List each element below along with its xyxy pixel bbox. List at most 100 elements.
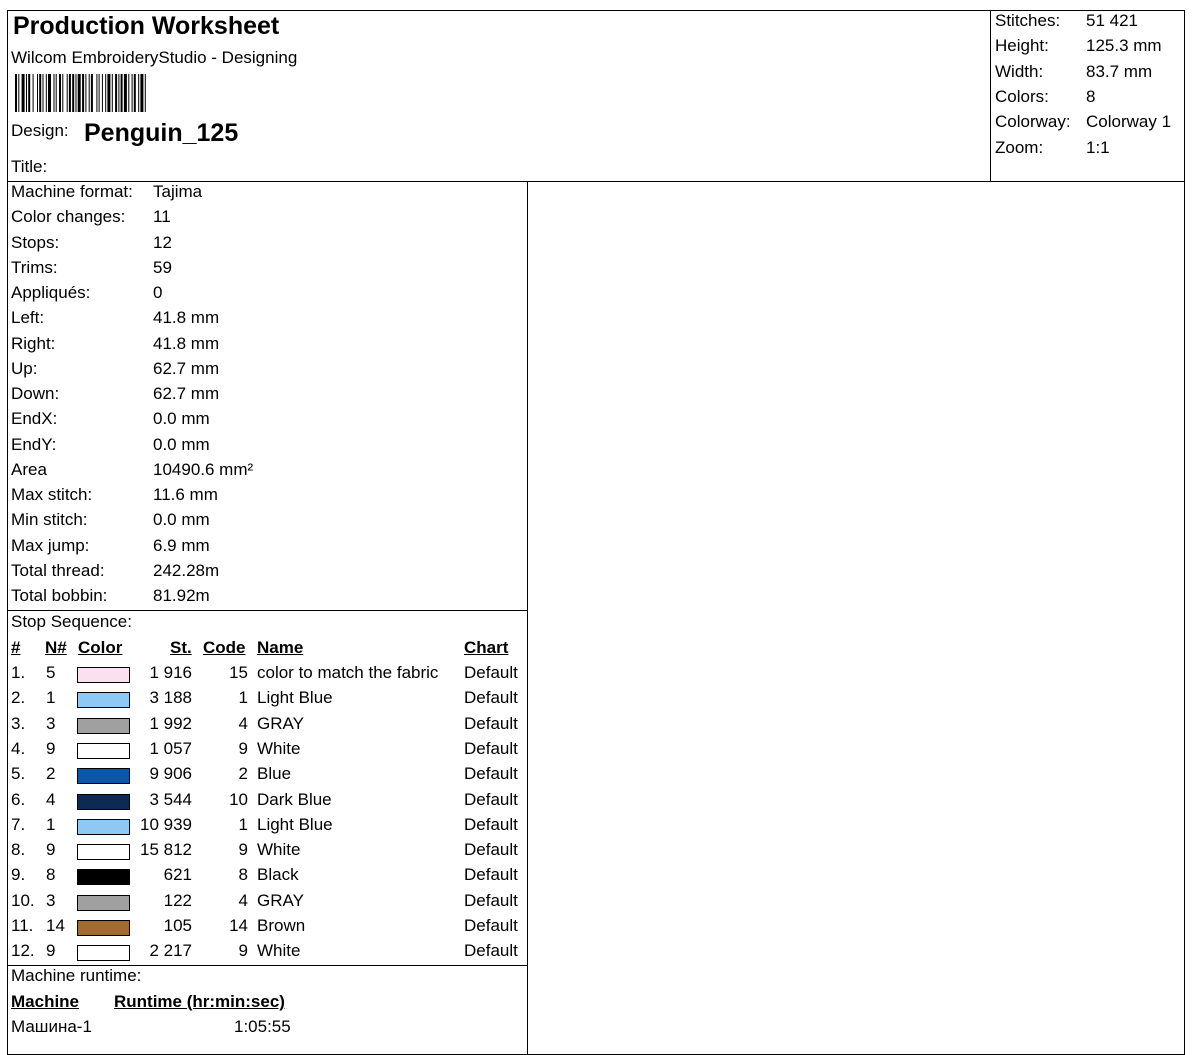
detail-value: 242.28m (153, 560, 220, 580)
row-name: GRAY (257, 713, 304, 733)
runtime-col-machine: Machine (11, 992, 80, 1011)
row-num: 12. (11, 941, 35, 961)
color-swatch (77, 920, 130, 936)
row-num: 10. (11, 890, 35, 910)
col-header-chart: Chart (464, 638, 509, 657)
barcode-image (15, 74, 146, 112)
row-chart: Default (464, 941, 518, 961)
summary-value: 125.3 mm (1086, 36, 1162, 56)
row-needle: 9 (46, 738, 56, 758)
row-stitches: 1 916 (149, 663, 192, 682)
detail-value: 0.0 mm (153, 409, 210, 429)
detail-label: Color changes: (11, 207, 126, 227)
runtime-heading: Machine runtime: (11, 966, 142, 985)
summary-value: 8 (1086, 86, 1096, 106)
row-num: 11. (11, 916, 34, 935)
runtime-machine: Машина-1 (11, 1017, 92, 1036)
row-stitches: 1 057 (149, 738, 192, 758)
row-chart: Default (464, 764, 518, 784)
row-name: White (257, 738, 301, 758)
summary-value: 83.7 mm (1086, 61, 1153, 81)
col-header-num: # (11, 638, 21, 657)
detail-value: 10490.6 mm² (153, 459, 254, 479)
row-code: 8 (238, 865, 248, 885)
col-header-code: Code (203, 638, 246, 657)
table-row: 7. 1 10 939 1 Light Blue Default (0, 815, 528, 840)
color-swatch (77, 768, 130, 785)
detail-label: Appliqués: (11, 283, 91, 302)
detail-value: 11 (153, 207, 171, 227)
row-code: 4 (238, 713, 248, 733)
summary-label: Zoom: (995, 137, 1044, 157)
stop-sequence-heading: Stop Sequence: (11, 612, 132, 631)
row-name: Black (257, 865, 299, 885)
table-row: 11. 14 105 14 Brown Default (0, 916, 528, 941)
table-row: 3. 3 1 992 4 GRAY Default (0, 714, 528, 739)
row-code: 1 (238, 688, 248, 708)
row-name: color to match the fabric (257, 663, 439, 682)
color-swatch (77, 692, 130, 709)
detail-label: Down: (11, 384, 60, 403)
summary-label: Height: (995, 36, 1049, 56)
detail-label: Right: (11, 333, 56, 353)
detail-value: 62.7 mm (153, 384, 220, 403)
row-chart: Default (464, 713, 518, 733)
row-stitches: 1 992 (149, 713, 192, 733)
color-swatch (77, 742, 130, 759)
summary-label: Stitches: (995, 11, 1061, 30)
row-needle: 14 (46, 916, 65, 935)
row-code: 1 (238, 814, 248, 834)
row-needle: 8 (46, 865, 56, 885)
detail-label: Area (11, 459, 47, 479)
row-needle: 5 (46, 663, 56, 682)
row-num: 7. (11, 814, 26, 834)
row-code: 4 (238, 890, 248, 910)
page-title: Production Worksheet (13, 12, 280, 40)
row-chart: Default (464, 865, 518, 885)
color-swatch (77, 894, 130, 911)
col-header-name: Name (257, 638, 304, 657)
row-chart: Default (464, 688, 518, 708)
detail-label: Stops: (11, 232, 60, 252)
row-stitches: 9 906 (149, 764, 192, 784)
row-name: Blue (257, 764, 292, 784)
row-stitches: 10 939 (140, 814, 192, 834)
runtime-col-runtime: Runtime (hr:min:sec) (114, 992, 285, 1011)
row-stitches: 621 (163, 865, 192, 885)
row-stitches: 122 (163, 890, 192, 910)
detail-value: 59 (153, 257, 172, 277)
row-num: 1. (11, 663, 26, 682)
row-name: White (257, 840, 301, 860)
row-stitches: 15 812 (140, 840, 192, 860)
row-name: GRAY (257, 890, 304, 910)
summary-label: Width: (995, 61, 1044, 81)
detail-label: Min stitch: (11, 510, 88, 530)
detail-label: Up: (11, 358, 38, 378)
row-code: 2 (238, 764, 248, 784)
row-num: 2. (11, 688, 26, 708)
color-swatch (77, 945, 130, 962)
table-row: 8. 9 15 812 9 White Default (0, 840, 528, 865)
row-needle: 1 (46, 814, 56, 834)
row-code: 9 (238, 840, 248, 860)
row-needle: 2 (46, 764, 56, 784)
color-swatch (77, 818, 130, 835)
row-stitches: 3 544 (149, 789, 192, 809)
detail-value: 41.8 mm (153, 333, 220, 353)
row-chart: Default (464, 890, 518, 910)
row-needle: 4 (46, 789, 56, 809)
row-name: Light Blue (257, 688, 333, 708)
detail-label: Total thread: (11, 560, 105, 580)
color-swatch (77, 717, 130, 734)
row-name: Brown (257, 916, 306, 935)
detail-label: Max stitch: (11, 485, 93, 504)
row-num: 4. (11, 738, 26, 758)
row-stitches: 2 217 (149, 941, 192, 961)
table-row: 12. 9 2 217 9 White Default (0, 941, 528, 966)
color-swatch (77, 869, 130, 886)
table-row: 10. 3 122 4 GRAY Default (0, 891, 528, 916)
row-name: Dark Blue (257, 789, 332, 809)
right-panel (527, 181, 1185, 1055)
detail-label: Left: (11, 308, 45, 328)
col-header-st: St. (170, 638, 192, 657)
